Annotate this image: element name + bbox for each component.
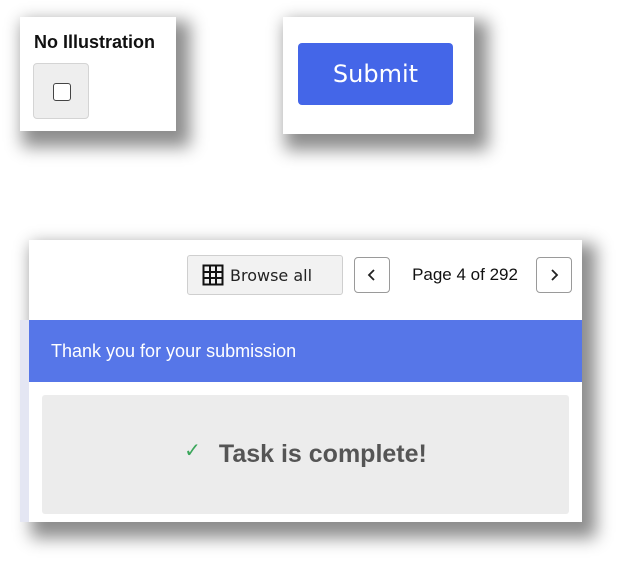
completion-message: Task is complete! — [218, 440, 427, 468]
submission-banner: Thank you for your submission — [29, 320, 582, 382]
grid-icon — [202, 264, 224, 286]
no-illustration-label: No Illustration — [34, 32, 155, 52]
illustration-option-card: No Illustration — [20, 17, 176, 131]
browse-all-button[interactable]: Browse all — [187, 255, 343, 295]
chevron-left-icon — [367, 269, 375, 281]
submit-card: Submit — [283, 17, 474, 134]
check-icon: ✓ — [184, 440, 201, 462]
browse-all-label: Browse all — [230, 265, 313, 285]
task-panel: Browse all Page 4 of 292 Thank you for y… — [20, 240, 582, 522]
checkbox-frame[interactable] — [33, 63, 89, 119]
no-illustration-checkbox[interactable] — [53, 83, 71, 101]
chevron-right-icon — [551, 269, 559, 281]
submit-button[interactable]: Submit — [298, 43, 453, 105]
next-page-button[interactable] — [536, 257, 572, 293]
page-indicator: Page 4 of 292 — [412, 265, 518, 284]
previous-page-button[interactable] — [354, 257, 390, 293]
submission-message: Thank you for your submission — [51, 340, 297, 361]
completion-status: ✓ Task is complete! — [42, 395, 569, 514]
